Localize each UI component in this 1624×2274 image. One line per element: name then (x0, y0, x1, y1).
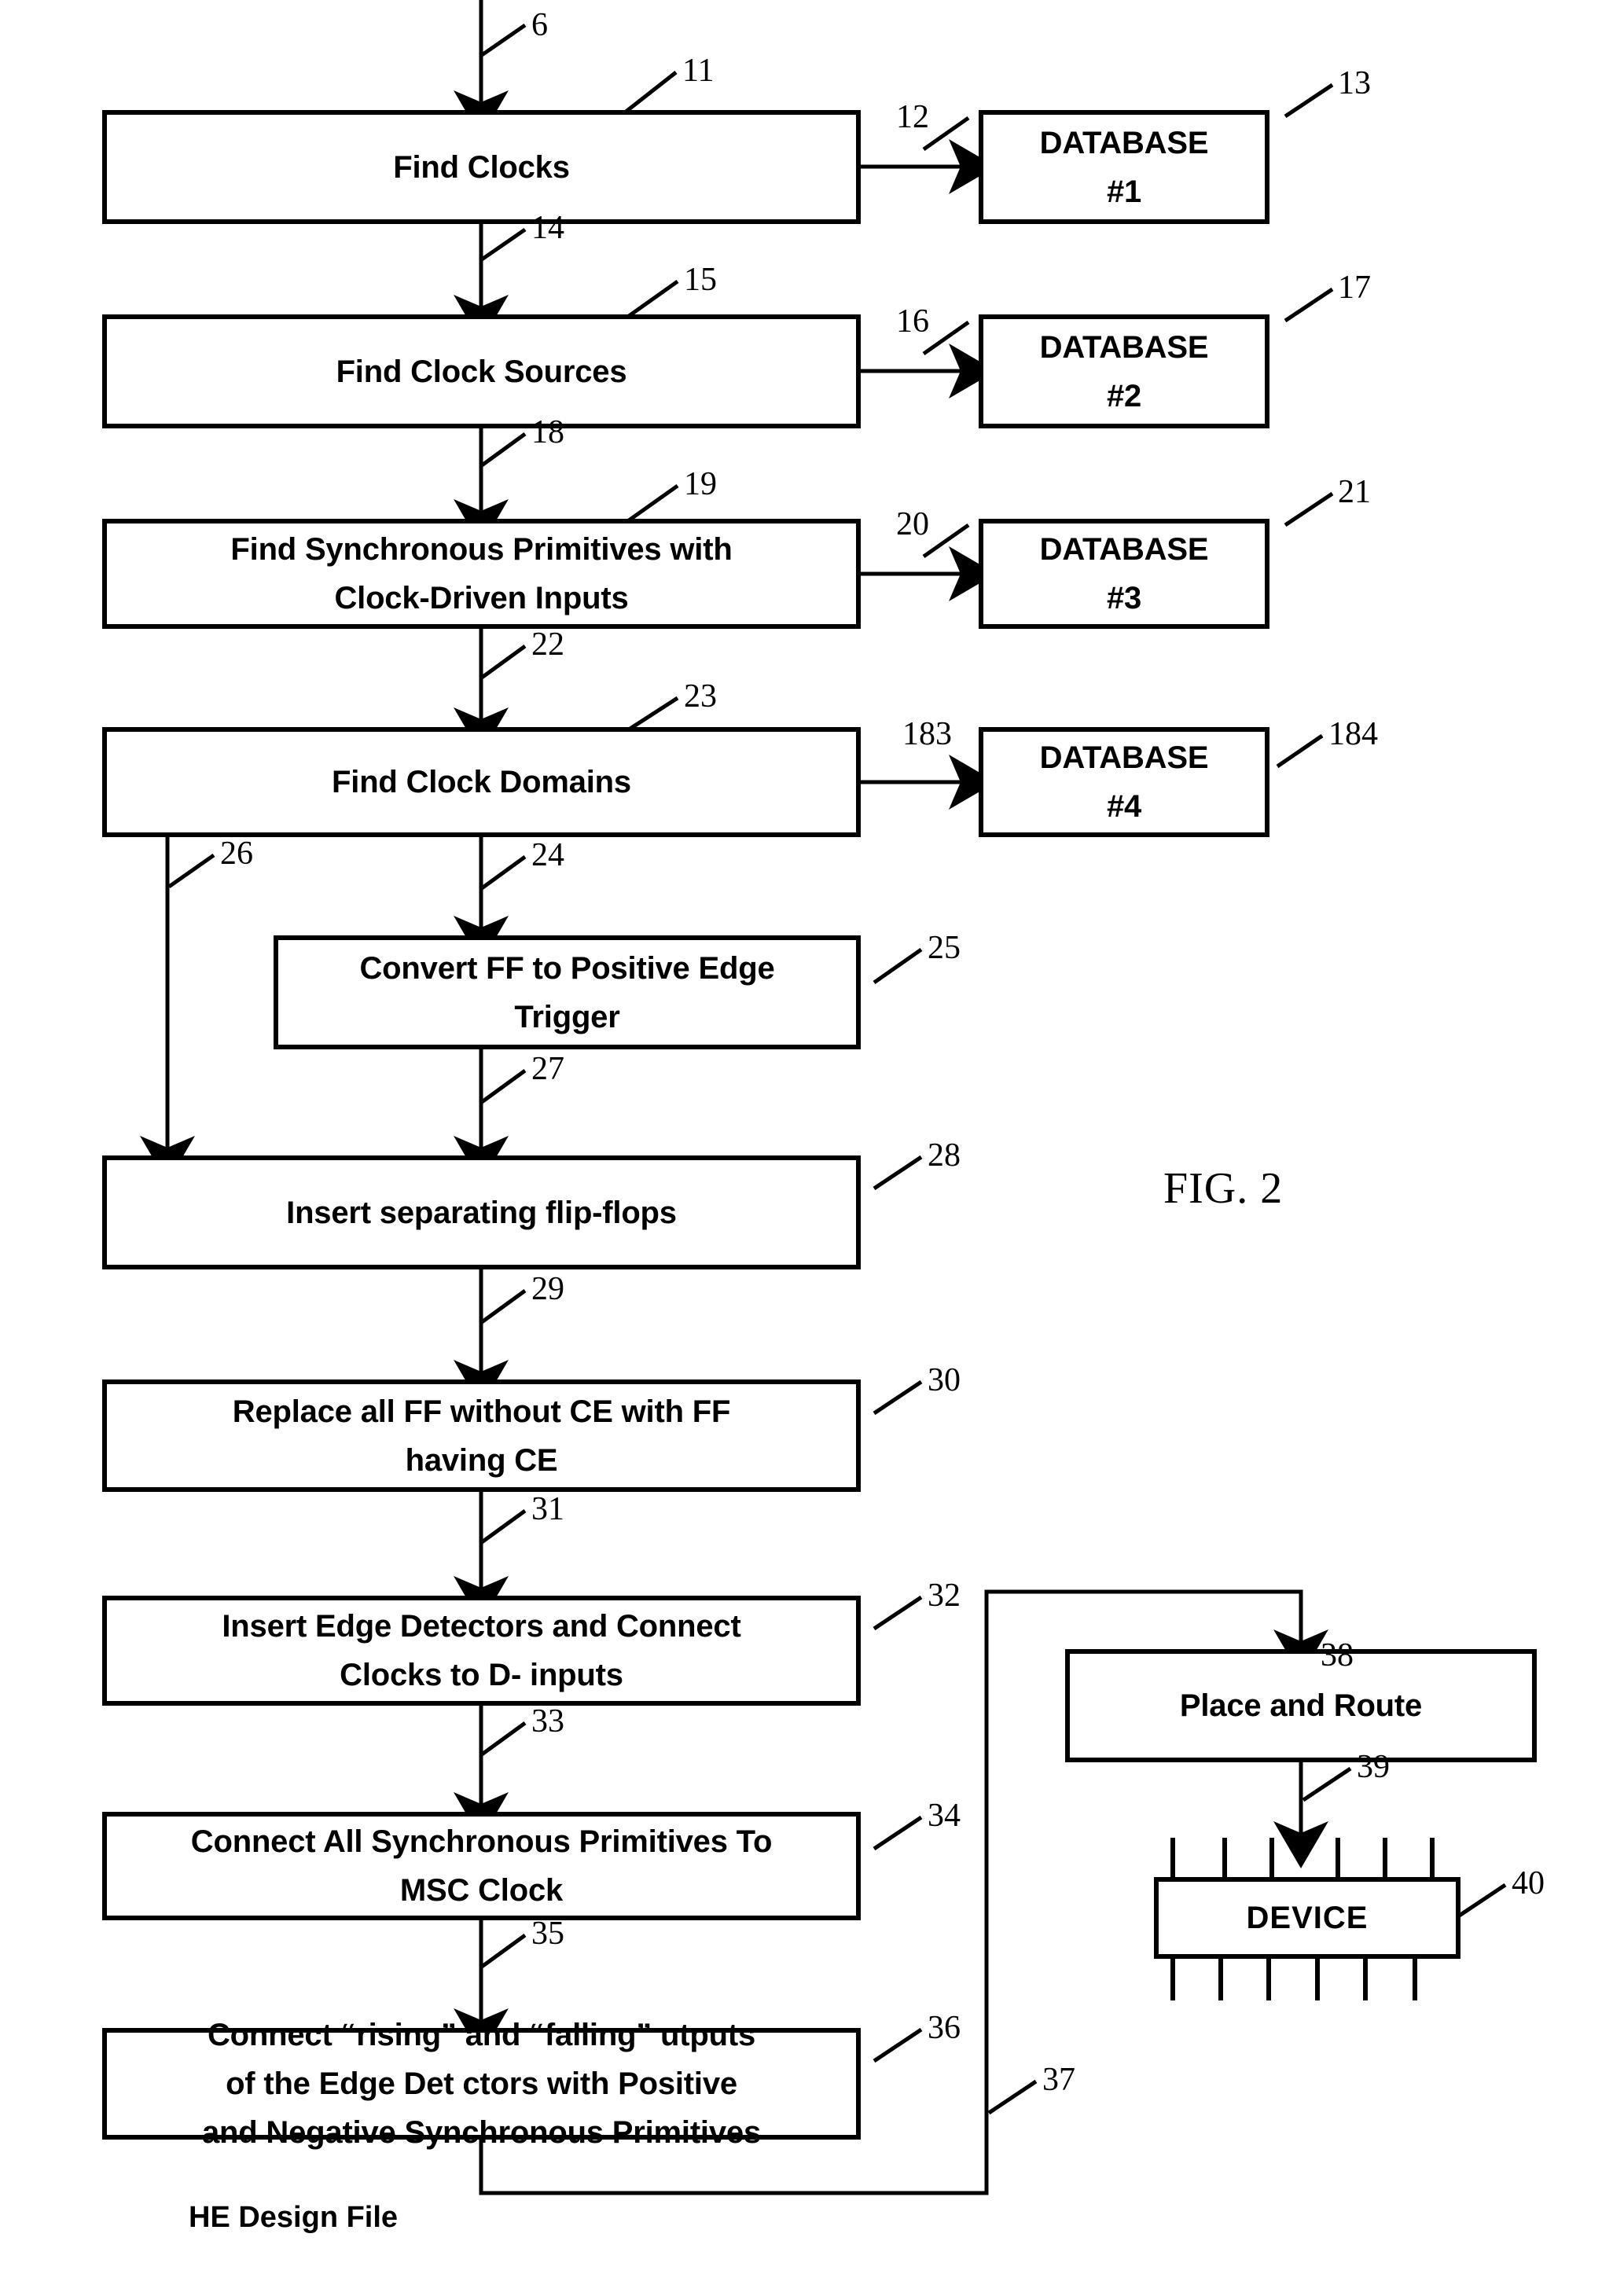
he-design-file-note: HE Design File (189, 2201, 399, 2234)
patent-figure-page: Find Clocks Find Clock Sources Find Sync… (0, 0, 1624, 2274)
ref-numeral-38: 38 (1321, 1637, 1354, 1673)
ref-numeral-36: 36 (928, 2010, 961, 2046)
device-pins-top (1170, 1838, 1435, 1879)
process-block-find-sync-primitives[interactable]: Find Synchronous Primitives with Clock-D… (102, 519, 861, 629)
ref-numeral-29: 29 (531, 1271, 564, 1307)
ref-numeral-6: 6 (531, 7, 548, 43)
process-block-label: Find Clock Sources (336, 354, 627, 389)
ref-numeral-37: 37 (1042, 2062, 1075, 2098)
process-block-label: Connect “rising” and “falling” utputs of… (202, 2018, 761, 2150)
ref-numeral-17: 17 (1338, 270, 1371, 306)
ref-numeral-184: 184 (1328, 716, 1378, 752)
ref-numeral-27: 27 (531, 1051, 564, 1087)
ref-numeral-14: 14 (531, 210, 564, 246)
ref-numeral-22: 22 (531, 626, 564, 663)
database-block-4[interactable]: DATABASE #4 (979, 727, 1269, 837)
ref-numeral-183: 183 (902, 716, 952, 752)
process-block-label: Connect All Synchronous Primitives To MS… (190, 1824, 773, 1908)
process-block-device[interactable]: DEVICE (1154, 1877, 1460, 1959)
process-block-place-and-route[interactable]: Place and Route (1065, 1649, 1537, 1762)
ref-numeral-32: 32 (928, 1578, 961, 1614)
ref-numeral-15: 15 (684, 262, 717, 298)
database-block-1[interactable]: DATABASE #1 (979, 110, 1269, 224)
process-block-label: Place and Route (1179, 1688, 1423, 1723)
ref-numeral-11: 11 (682, 53, 715, 89)
device-pins-bottom (1170, 1957, 1417, 2000)
ref-numeral-26: 26 (220, 836, 253, 872)
ref-numeral-28: 28 (928, 1137, 961, 1174)
process-block-connect-rising-falling[interactable]: Connect “rising” and “falling” utputs of… (102, 2018, 861, 2150)
ref-numeral-25: 25 (928, 930, 961, 966)
ref-numeral-18: 18 (531, 414, 564, 450)
process-block-convert-ff[interactable]: Convert FF to Positive Edge Trigger (274, 935, 861, 1049)
process-block-label: Find Synchronous Primitives with Clock-D… (230, 532, 733, 615)
ref-numeral-30: 30 (928, 1362, 961, 1398)
process-block-label: Find Clocks (393, 149, 570, 185)
database-block-label: DATABASE #2 (1039, 329, 1209, 413)
process-block-label: Insert Edge Detectors and Connect Clocks… (222, 1609, 741, 1692)
process-block-connect-msc-clock[interactable]: Connect All Synchronous Primitives To MS… (102, 1812, 861, 1920)
ref-numeral-19: 19 (684, 466, 717, 502)
ref-numeral-23: 23 (684, 678, 717, 715)
process-block-label: Insert separating flip-flops (286, 1195, 677, 1230)
ref-numeral-13: 13 (1338, 65, 1371, 101)
ref-numeral-40: 40 (1512, 1865, 1545, 1901)
ref-numeral-12: 12 (896, 99, 929, 135)
database-block-label: DATABASE #1 (1039, 125, 1209, 209)
process-block-find-clock-domains[interactable]: Find Clock Domains (102, 727, 861, 837)
ref-numeral-24: 24 (531, 837, 564, 873)
process-block-find-clock-sources[interactable]: Find Clock Sources (102, 314, 861, 428)
process-block-label: Convert FF to Positive Edge Trigger (359, 950, 775, 1034)
ref-numeral-16: 16 (896, 303, 929, 340)
process-block-label: Replace all FF without CE with FF having… (232, 1394, 731, 1478)
ref-numeral-20: 20 (896, 506, 929, 542)
process-block-label: DEVICE (1246, 1901, 1369, 1935)
ref-numeral-39: 39 (1357, 1749, 1390, 1785)
process-block-label: Find Clock Domains (332, 765, 631, 799)
process-block-find-clocks[interactable]: Find Clocks (102, 110, 861, 224)
ref-numeral-31: 31 (531, 1491, 564, 1527)
process-block-replace-ff-ce[interactable]: Replace all FF without CE with FF having… (102, 1379, 861, 1492)
database-block-3[interactable]: DATABASE #3 (979, 519, 1269, 629)
process-block-insert-edge-detectors[interactable]: Insert Edge Detectors and Connect Clocks… (102, 1596, 861, 1706)
process-block-insert-separating-ff[interactable]: Insert separating flip-flops (102, 1155, 861, 1269)
database-block-2[interactable]: DATABASE #2 (979, 314, 1269, 428)
database-block-label: DATABASE #3 (1039, 532, 1209, 615)
ref-numeral-33: 33 (531, 1703, 564, 1739)
ref-numeral-34: 34 (928, 1798, 961, 1834)
figure-caption: FIG. 2 (1163, 1164, 1284, 1213)
ref-numeral-35: 35 (531, 1916, 564, 1952)
ref-numeral-21: 21 (1338, 474, 1371, 510)
database-block-label: DATABASE #4 (1039, 740, 1209, 824)
